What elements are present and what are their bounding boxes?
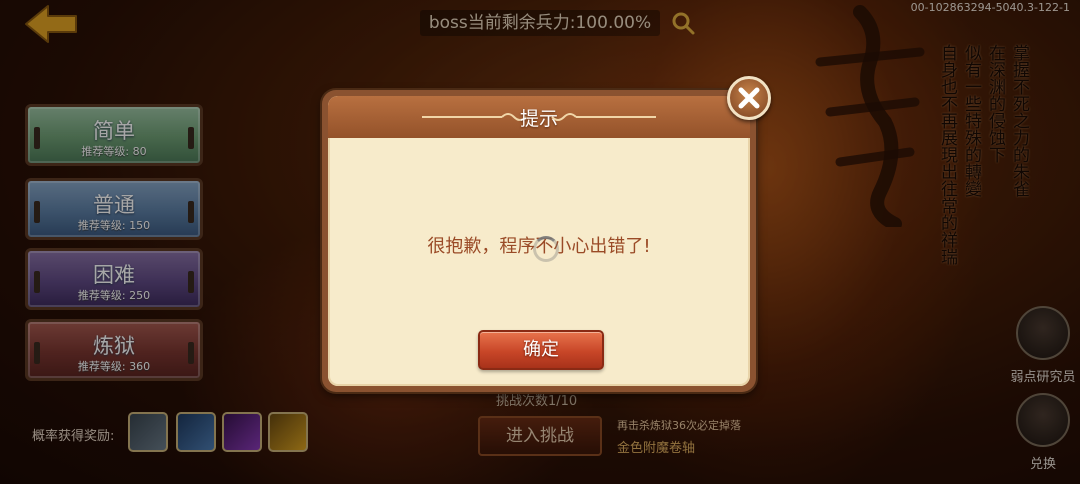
close-icon [738, 87, 760, 109]
header-ornament-right [551, 113, 656, 121]
error-dialog: 提示 很抱歉，程序不小心出错了! 确定 [322, 90, 756, 392]
dialog-panel: 提示 很抱歉，程序不小心出错了! 确定 [328, 96, 750, 386]
spinner-icon [533, 236, 559, 262]
close-dialog-button[interactable] [727, 76, 771, 120]
confirm-button[interactable]: 确定 [478, 330, 604, 370]
dialog-title: 提示 [519, 108, 558, 130]
dialog-header: 提示 [328, 96, 750, 138]
